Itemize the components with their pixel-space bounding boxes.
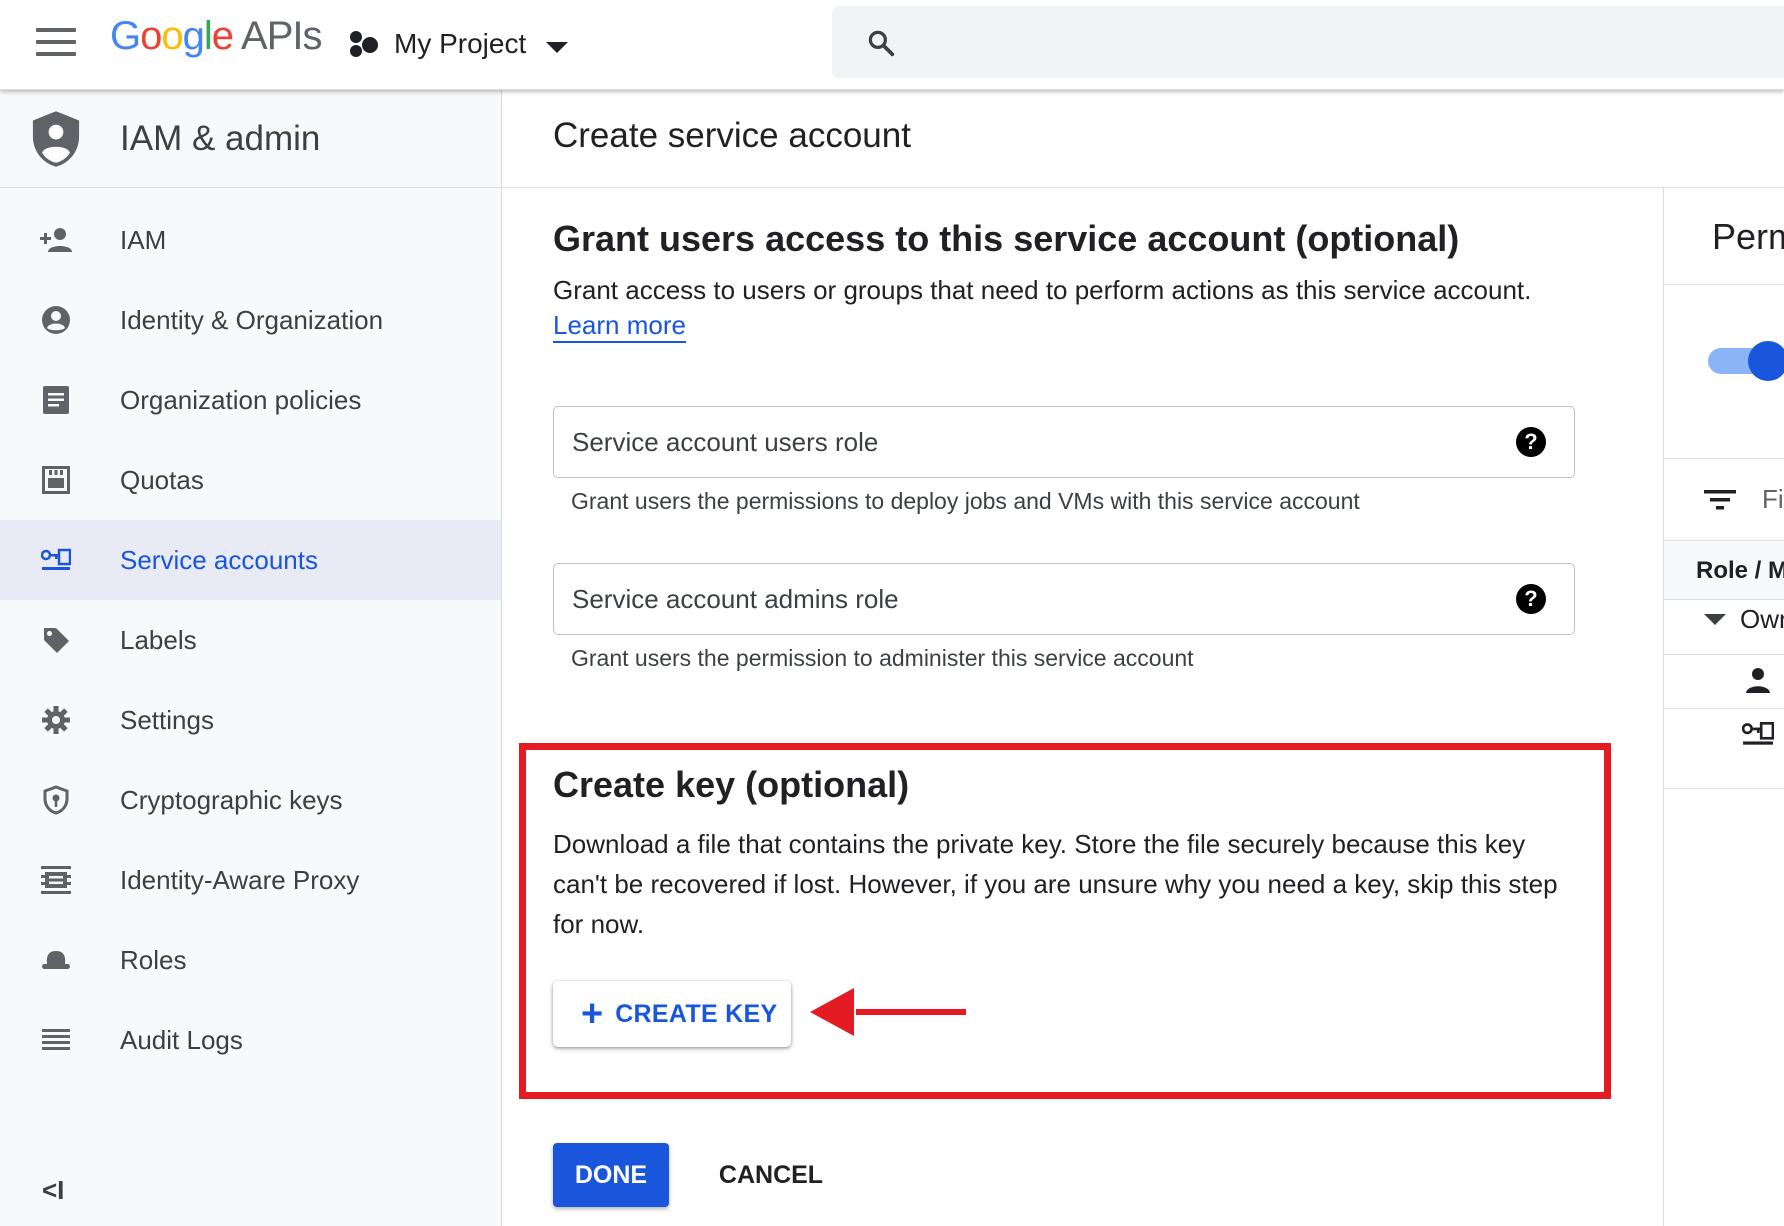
tag-icon <box>39 623 73 657</box>
divider <box>1664 654 1784 655</box>
nav-list: IAM Identity & Organization Organization… <box>0 188 501 1080</box>
sidebar-title: IAM & admin <box>120 118 321 158</box>
document-icon <box>39 383 73 417</box>
sidebar-item-label: Roles <box>120 944 187 975</box>
sidebar-item-label: Quotas <box>120 464 204 495</box>
logo-letter: o <box>161 14 183 58</box>
search-icon <box>868 30 895 57</box>
page-title: Create service account <box>553 116 911 155</box>
service-account-users-role-field[interactable]: Service account users role ? <box>553 406 1575 478</box>
logo-letter: g <box>182 14 205 58</box>
permissions-panel-title: Perm <box>1712 216 1784 257</box>
person-icon <box>1746 668 1770 693</box>
project-dots-icon <box>350 29 380 59</box>
divider <box>1664 284 1784 285</box>
sidebar-item-label: Identity & Organization <box>120 304 384 335</box>
account-circle-icon <box>39 303 73 337</box>
sidebar-item-label: IAM <box>120 224 167 255</box>
shield-key-icon <box>39 783 73 817</box>
plus-icon: + <box>581 993 604 1035</box>
red-arrow-icon <box>810 988 966 1036</box>
left-nav: IAM & admin IAM Identity & Organization … <box>0 90 502 1226</box>
sidebar-item-label: Identity-Aware Proxy <box>120 864 360 895</box>
sidebar-item-iam[interactable]: IAM <box>0 200 501 280</box>
search-bar[interactable] <box>832 6 1784 78</box>
google-apis-logo[interactable]: Google APIs <box>110 14 323 59</box>
sidebar-header: IAM & admin <box>0 90 501 188</box>
sidebar-item-identity-organization[interactable]: Identity & Organization <box>0 280 501 360</box>
divider <box>1664 708 1784 709</box>
sidebar-item-service-accounts[interactable]: Service accounts <box>0 520 501 600</box>
gear-icon <box>39 703 73 737</box>
role-row-owner[interactable]: Own <box>1704 604 1784 635</box>
sidebar-item-labels[interactable]: Labels <box>0 600 501 680</box>
proxy-icon <box>39 863 73 897</box>
filter-icon[interactable] <box>1704 488 1736 512</box>
done-button[interactable]: DONE <box>553 1143 669 1207</box>
info-panel-toggle[interactable] <box>1708 340 1784 381</box>
users-role-hint: Grant users the permissions to deploy jo… <box>571 488 1360 514</box>
permissions-table-header: Role / M <box>1664 540 1784 600</box>
create-key-label: CREATE KEY <box>615 999 778 1028</box>
list-icon <box>39 1023 73 1057</box>
create-key-heading: Create key (optional) <box>553 764 910 805</box>
service-account-admins-role-field[interactable]: Service account admins role ? <box>553 563 1575 635</box>
hamburger-menu-icon[interactable] <box>36 28 76 58</box>
sidebar-item-roles[interactable]: Roles <box>0 920 501 1000</box>
sidebar-item-label: Settings <box>120 704 214 735</box>
logo-letter: G <box>110 14 141 58</box>
create-key-description-line3: for now. <box>553 909 645 939</box>
create-key-button[interactable]: + CREATE KEY <box>553 981 791 1047</box>
sidebar-item-audit-logs[interactable]: Audit Logs <box>0 1000 501 1080</box>
help-icon[interactable]: ? <box>1516 584 1546 614</box>
create-key-description-line2: can't be recovered if lost. However, if … <box>553 869 1558 899</box>
grant-access-description: Grant access to users or groups that nee… <box>553 275 1532 305</box>
cancel-button[interactable]: CANCEL <box>713 1143 829 1207</box>
sidebar-item-label: Service accounts <box>120 544 318 575</box>
divider <box>1664 788 1784 789</box>
logo-letter: l <box>203 14 213 58</box>
sidebar-item-label: Organization policies <box>120 384 362 415</box>
role-label: Own <box>1740 604 1784 634</box>
users-role-placeholder: Service account users role <box>572 427 879 457</box>
filter-input-placeholder[interactable]: Fi <box>1762 484 1784 515</box>
logo-letter: e <box>211 14 234 58</box>
sidebar-item-settings[interactable]: Settings <box>0 680 501 760</box>
project-name: My Project <box>394 28 527 59</box>
sidebar-item-label: Audit Logs <box>120 1024 243 1055</box>
sidebar-item-organization-policies[interactable]: Organization policies <box>0 360 501 440</box>
logo-letter: o <box>140 14 162 58</box>
admins-role-placeholder: Service account admins role <box>572 584 899 614</box>
sidebar-item-cryptographic-keys[interactable]: Cryptographic keys <box>0 760 501 840</box>
permissions-panel: Perm Fi Role / M Own <box>1663 188 1784 1226</box>
logo-suffix: APIs <box>241 14 322 58</box>
create-key-description-line1: Download a file that contains the privat… <box>553 829 1526 859</box>
project-selector[interactable]: My Project <box>350 24 569 64</box>
expand-triangle-icon <box>1704 614 1726 625</box>
top-app-bar: Google APIs My Project <box>0 0 1784 90</box>
divider <box>1664 458 1784 459</box>
service-account-key-icon <box>1742 722 1774 745</box>
chevron-down-icon <box>546 41 569 53</box>
column-header-role[interactable]: Role / M <box>1696 557 1784 585</box>
person-add-icon <box>39 223 73 257</box>
sidebar-item-identity-aware-proxy[interactable]: Identity-Aware Proxy <box>0 840 501 920</box>
quota-icon <box>39 463 73 497</box>
hat-icon <box>39 943 73 977</box>
service-account-key-icon <box>39 543 73 577</box>
grant-access-heading: Grant users access to this service accou… <box>553 218 1460 259</box>
page-header: Create service account <box>503 90 1784 188</box>
collapse-nav-button[interactable]: <I <box>42 1175 64 1206</box>
learn-more-link[interactable]: Learn more <box>553 310 686 343</box>
iam-shield-icon <box>32 110 80 167</box>
sidebar-item-label: Cryptographic keys <box>120 784 343 815</box>
admins-role-hint: Grant users the permission to administer… <box>571 645 1194 671</box>
sidebar-item-label: Labels <box>120 624 197 655</box>
sidebar-item-quotas[interactable]: Quotas <box>0 440 501 520</box>
help-icon[interactable]: ? <box>1516 427 1546 457</box>
main-content: Grant users access to this service accou… <box>503 188 1663 1226</box>
